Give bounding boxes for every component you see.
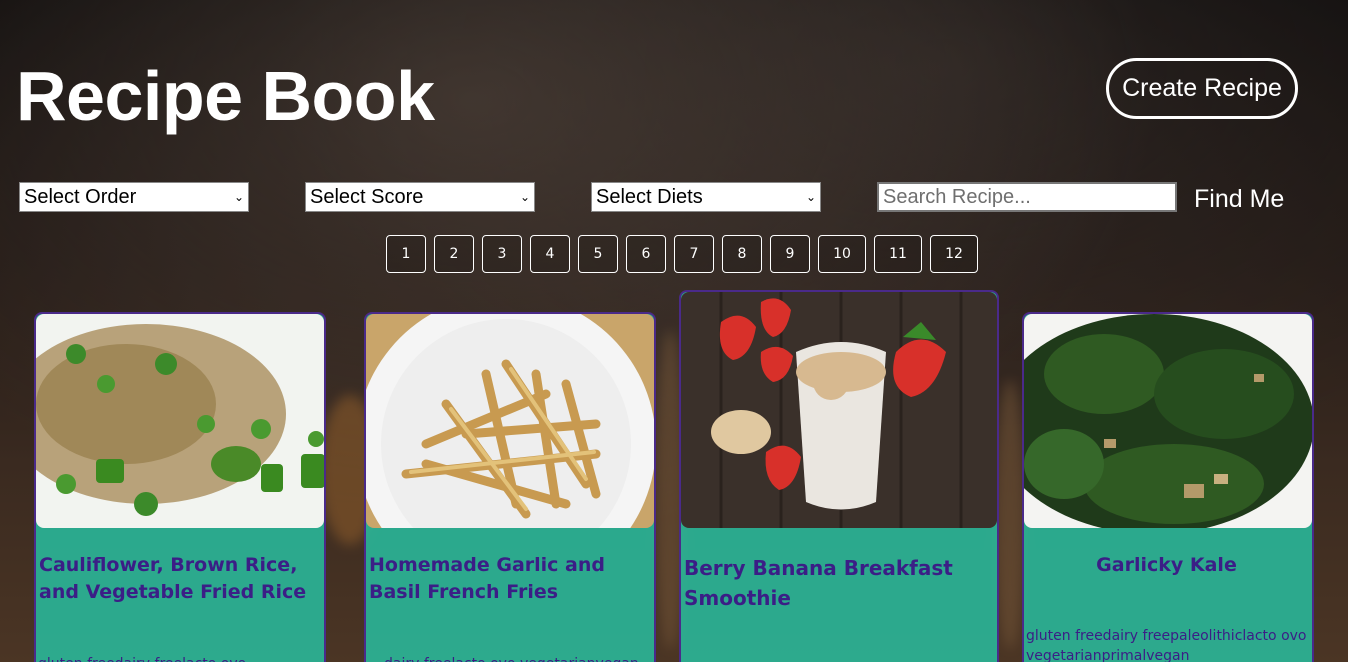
order-select[interactable]: Select Order ⌄ (19, 182, 249, 212)
find-me-button[interactable]: Find Me (1186, 182, 1292, 216)
recipe-name[interactable]: Cauliflower, Brown Rice, and Vegetable F… (39, 552, 318, 606)
recipe-card[interactable]: Garlicky Kale gluten freedairy freepaleo… (1022, 312, 1314, 662)
recipe-image (366, 314, 654, 528)
recipe-image (681, 292, 997, 528)
chevron-down-icon: ⌄ (233, 190, 245, 204)
page-button-4[interactable]: 4 (530, 235, 570, 273)
page-button-12[interactable]: 12 (930, 235, 978, 273)
page-button-2[interactable]: 2 (434, 235, 474, 273)
page-button-5[interactable]: 5 (578, 235, 618, 273)
diets-select[interactable]: Select Diets ⌄ (591, 182, 821, 212)
pagination: 1 2 3 4 5 6 7 8 9 10 11 12 (386, 235, 978, 273)
recipe-card[interactable]: Homemade Garlic and Basil French Fries d… (364, 312, 656, 662)
create-recipe-button[interactable]: Create Recipe (1106, 58, 1298, 119)
recipe-name[interactable]: Homemade Garlic and Basil French Fries (369, 552, 648, 606)
search-input[interactable] (877, 182, 1177, 212)
page-button-8[interactable]: 8 (722, 235, 762, 273)
recipe-name[interactable]: Garlicky Kale (1027, 552, 1306, 579)
page-button-9[interactable]: 9 (770, 235, 810, 273)
page-button-7[interactable]: 7 (674, 235, 714, 273)
recipe-card[interactable]: Cauliflower, Brown Rice, and Vegetable F… (34, 312, 326, 662)
recipe-card[interactable]: Berry Banana Breakfast Smoothie (679, 290, 999, 662)
recipe-diets: gluten freedairy freelacto ovo vegetaria… (38, 654, 320, 662)
chevron-down-icon: ⌄ (805, 190, 817, 204)
score-select-value: Select Score (310, 185, 424, 208)
recipe-diets: gluten freedairy freepaleolithiclacto ov… (1026, 628, 1307, 662)
recipe-diets: dairy freelacto ovo vegetarianvegan (384, 654, 650, 662)
background-food-shape (995, 380, 1025, 650)
recipe-image (1024, 314, 1312, 528)
page-title: Recipe Book (16, 57, 435, 135)
recipe-image (36, 314, 324, 528)
page-button-10[interactable]: 10 (818, 235, 866, 273)
page-button-6[interactable]: 6 (626, 235, 666, 273)
page-button-1[interactable]: 1 (386, 235, 426, 273)
page-button-11[interactable]: 11 (874, 235, 922, 273)
chevron-down-icon: ⌄ (519, 190, 531, 204)
diets-select-value: Select Diets (596, 185, 703, 208)
order-select-value: Select Order (24, 185, 137, 208)
page-button-3[interactable]: 3 (482, 235, 522, 273)
recipe-name[interactable]: Berry Banana Breakfast Smoothie (684, 553, 991, 613)
score-select[interactable]: Select Score ⌄ (305, 182, 535, 212)
